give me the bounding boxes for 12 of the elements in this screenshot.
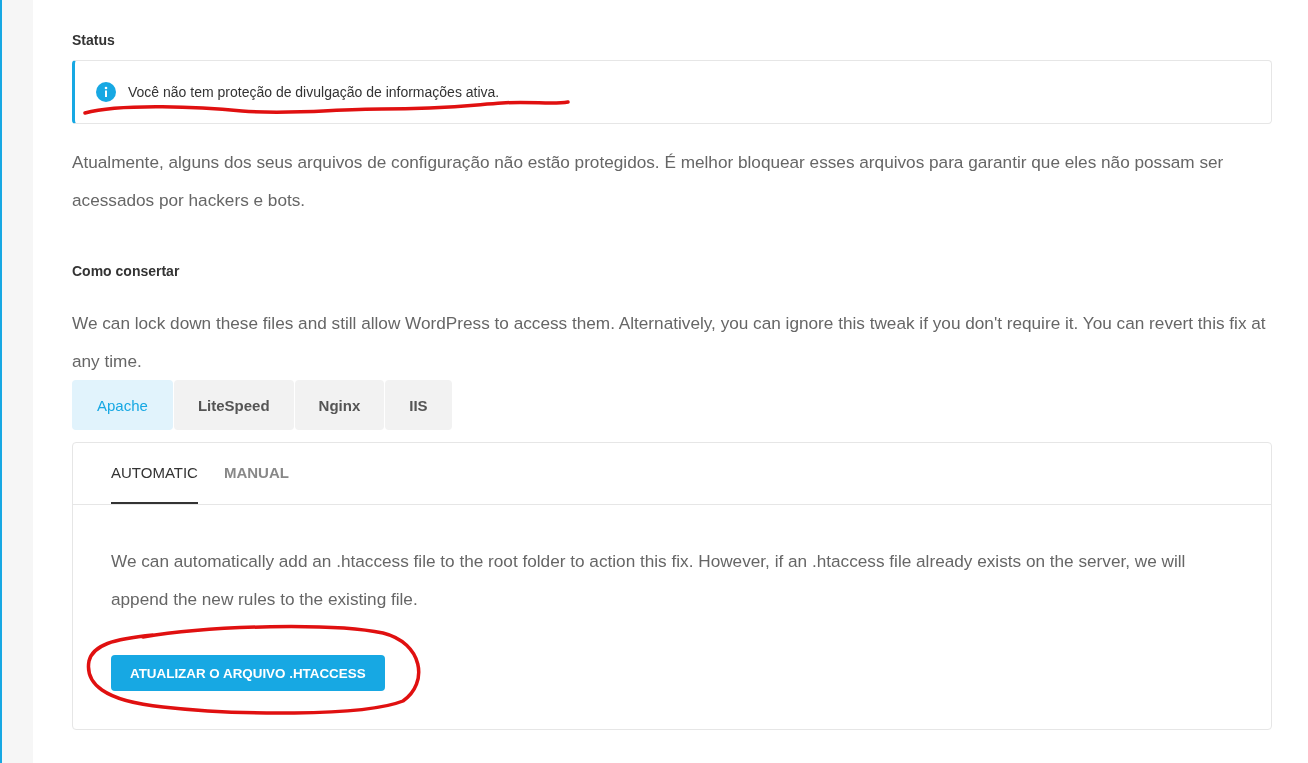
description-text: Atualmente, alguns dos seus arquivos de configuração não estão protegidos. É melhor bloquear esses arquivos para garantir que eles não possam ser acessados por hackers e bots.: [72, 151, 1225, 212]
server-tab[interactable]: IIS: [385, 380, 452, 430]
mode-tab[interactable]: AUTOMATIC: [111, 443, 198, 504]
section-heading: Status: [72, 31, 116, 49]
panel-text: We can automatically add an .htaccess file to the root folder to action this fix. However, if an .htaccess file already exists on the server, we will append the new rules to the existing file.: [111, 550, 1187, 611]
info-icon: [96, 82, 116, 102]
notice-text: Você não tem proteção de divulgação de informações ativa.: [128, 84, 500, 100]
server-tab[interactable]: Nginx: [294, 380, 385, 430]
fix-description-text: We can lock down these files and still allow WordPress to access them. Alternatively, you can ignore this tweak if you don't require it. You can revert this fix at any time.: [72, 312, 1267, 373]
mode-tab[interactable]: MANUAL: [223, 443, 289, 504]
section-heading: Como consertar: [72, 262, 181, 280]
server-tab[interactable]: LiteSpeed: [173, 380, 294, 430]
